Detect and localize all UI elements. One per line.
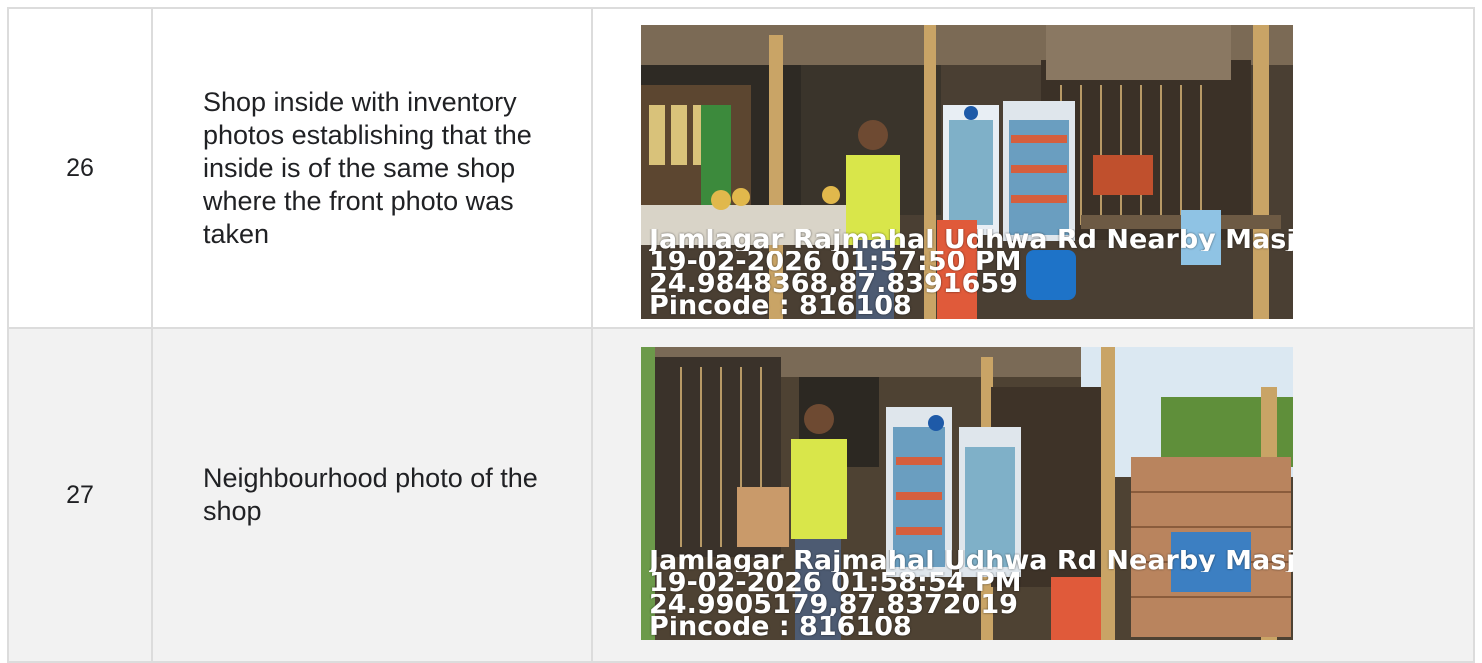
evidence-table: 26 Shop inside with inventory photos est… <box>7 7 1475 663</box>
row-description: Shop inside with inventory photos establ… <box>151 7 593 329</box>
shop-neighbourhood-photo: Jamlagar Rajmahal Udhwa Rd Nearby Masjid… <box>641 347 1293 640</box>
shop-interior-photo: Jamlagar Rajmahal Udhwa Rd Nearby Masjid… <box>641 25 1293 319</box>
photo-cell: Jamlagar Rajmahal Udhwa Rd Nearby Masjid… <box>591 7 1475 329</box>
table-row: 26 Shop inside with inventory photos est… <box>7 7 1475 329</box>
stamp-coordinates: 24.9905179,87.8372019 <box>649 594 1018 616</box>
stamp-address: Jamlagar Rajmahal Udhwa Rd Nearby Masjid <box>649 229 1293 251</box>
stamp-address: Jamlagar Rajmahal Udhwa Rd Nearby Masjid <box>649 550 1293 572</box>
photo-stamp: Jamlagar Rajmahal Udhwa Rd Nearby Masjid… <box>649 229 1293 317</box>
stamp-datetime: 19-02-2026 01:58:54 PM <box>649 572 1022 594</box>
photo-cell: Jamlagar Rajmahal Udhwa Rd Nearby Masjid… <box>591 327 1475 663</box>
row-number: 27 <box>7 327 153 663</box>
stamp-pincode: Pincode : 816108 <box>649 295 912 317</box>
stamp-datetime: 19-02-2026 01:57:50 PM <box>649 251 1022 273</box>
photo-stamp: Jamlagar Rajmahal Udhwa Rd Nearby Masjid… <box>649 550 1293 638</box>
row-number: 26 <box>7 7 153 329</box>
table-row: 27 Neighbourhood photo of the shop Jamla… <box>7 327 1475 663</box>
row-description: Neighbourhood photo of the shop <box>151 327 593 663</box>
stamp-pincode: Pincode : 816108 <box>649 616 912 638</box>
stamp-coordinates: 24.9848368,87.8391659 <box>649 273 1018 295</box>
